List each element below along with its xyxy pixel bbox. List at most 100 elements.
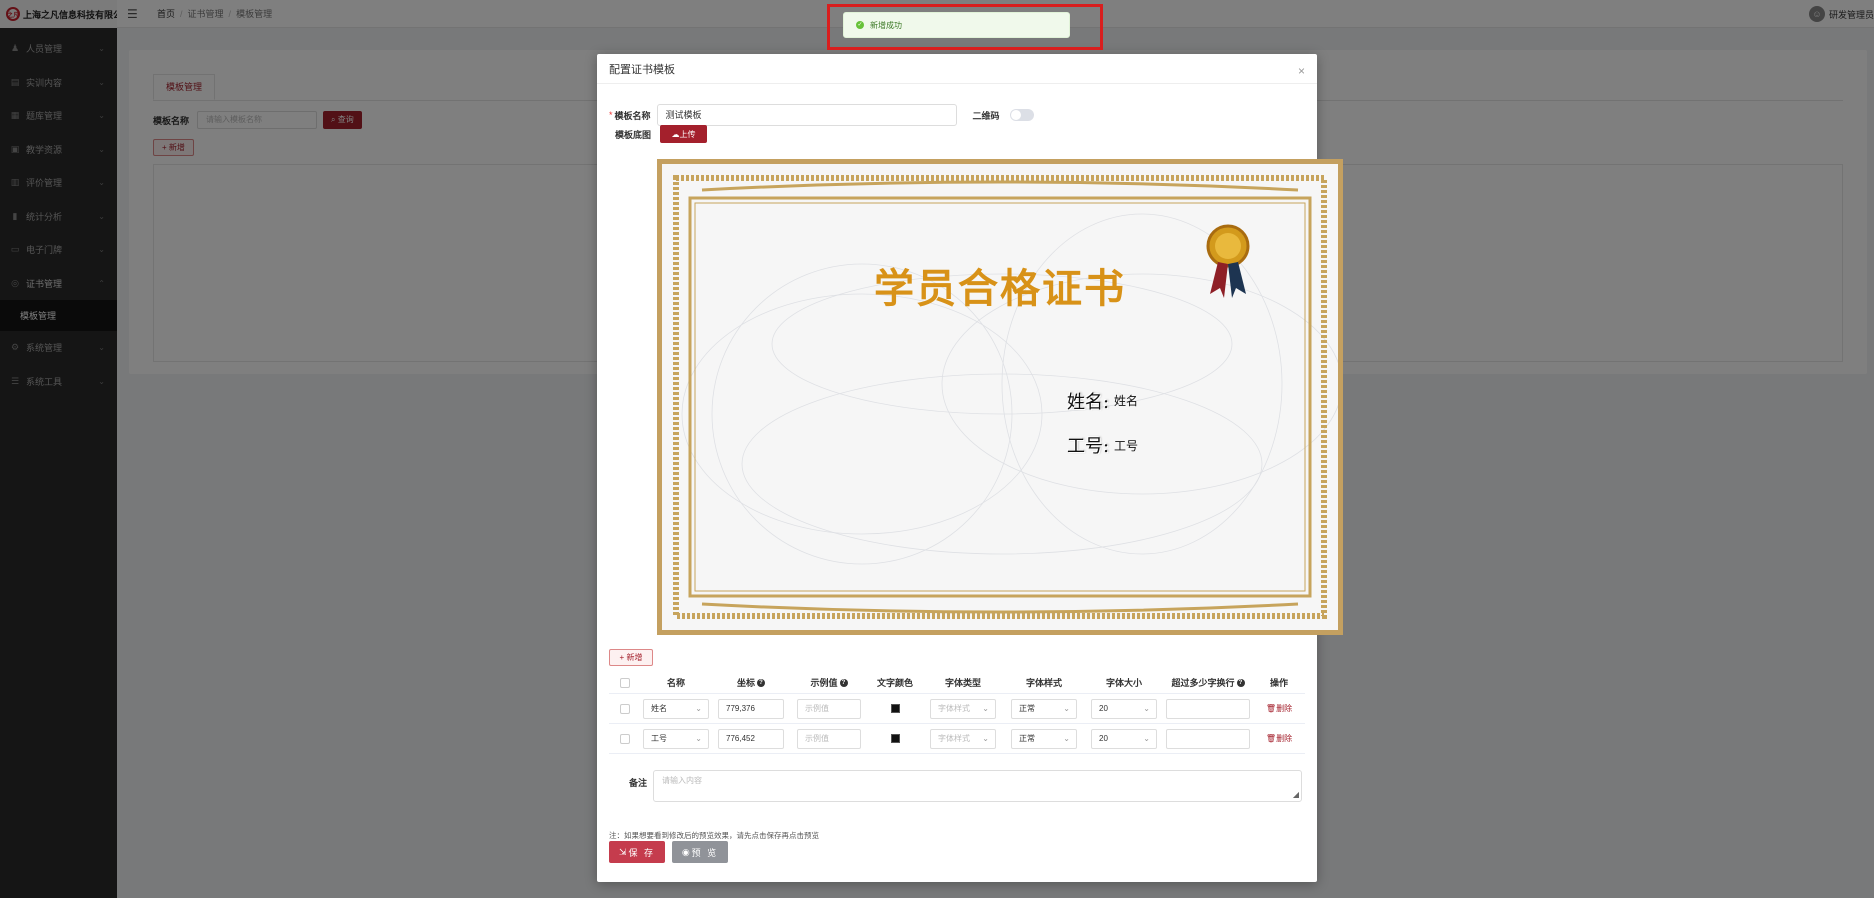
font-type-select[interactable]: 字体样式 ⌄ [930,728,996,749]
trash-icon: 🗑 [1265,734,1277,743]
color-picker[interactable] [890,704,900,713]
font-type-cell: 字体样式 ⌄ [923,728,1003,749]
wrap-input[interactable] [1166,728,1250,749]
check-circle-icon: ✓ [856,21,864,29]
table-row: 工号 ⌄ 776,452 示例值 字体样式 ⌄ 正常 ⌄ 20 ⌄ 🗑删除 [609,724,1305,754]
remark-textarea[interactable]: 请输入内容 ◢ [653,770,1302,802]
remark-label: 备注 [628,778,647,788]
font-size-select[interactable]: 20 ⌄ [1091,728,1157,749]
name-cell: 工号 ⌄ [641,728,711,749]
col-wrap-label: 超过多少字换行 [1171,678,1235,688]
certificate-canvas: 学员合格证书 姓名: 姓名 工号: 工号 [662,164,1338,630]
remark-placeholder: 请输入内容 [662,776,702,785]
name-select-value: 姓名 [651,704,667,713]
close-icon[interactable]: × [1298,64,1305,78]
font-style-cell: 正常 ⌄ [1003,728,1085,749]
wrap-cell [1163,698,1253,719]
certificate-preview: 学员合格证书 姓名: 姓名 工号: 工号 [657,159,1343,635]
table-header: 名称 坐标? 示例值? 文字颜色 字体类型 字体样式 字体大小 超过多少字换行?… [609,672,1305,694]
delete-button[interactable]: 🗑删除 [1266,733,1292,744]
font-style-value: 正常 [1019,734,1035,743]
table-row: 姓名 ⌄ 779,376 示例值 字体样式 ⌄ 正常 ⌄ 20 ⌄ 🗑删除 [609,694,1305,724]
font-type-placeholder: 字体样式 [938,704,970,713]
wrap-input[interactable] [1166,698,1250,719]
config-template-dialog: 配置证书模板 × * 模板名称 测试模板 二维码 模板底图 ☁ 上传 学员合格证… [597,54,1343,882]
field-table: 名称 坐标? 示例值? 文字颜色 字体类型 字体样式 字体大小 超过多少字换行?… [609,672,1305,754]
color-picker[interactable] [890,734,900,743]
col-wrap: 超过多少字换行? [1163,676,1253,689]
upload-button-label: 上传 [679,129,696,139]
template-name-input[interactable]: 测试模板 [656,104,957,126]
preview-button[interactable]: ◉ 预 览 [672,841,728,863]
font-style-select[interactable]: 正常 ⌄ [1011,698,1077,719]
resize-handle-icon[interactable]: ◢ [1293,790,1299,799]
name-select[interactable]: 姓名 ⌄ [643,698,709,719]
cert-id-value[interactable]: 工号 [1114,437,1138,454]
col-color: 文字颜色 [876,678,913,688]
help-icon[interactable]: ? [839,678,848,687]
col-sample: 示例值? [791,676,867,689]
chevron-down-icon: ⌄ [1143,734,1150,743]
col-action: 操作 [1269,678,1288,688]
help-icon[interactable]: ? [757,678,765,687]
certificate-title: 学员合格证书 [874,266,1126,312]
dialog-header: 配置证书模板 × [597,54,1317,84]
delete-label: 删除 [1276,734,1293,743]
col-coord-label: 坐标 [736,678,755,688]
preview-note: 注：如果想要看到修改后的预览效果，请先点击保存再点击预览 [609,831,819,840]
trash-icon: 🗑 [1265,704,1277,713]
chevron-down-icon: ⌄ [1143,704,1150,713]
sample-input[interactable]: 示例值 [797,728,861,749]
wrap-cell [1163,728,1253,749]
cert-name-label: 姓名: [1067,392,1110,413]
col-sample-label: 示例值 [810,678,838,688]
col-name: 名称 [666,678,685,688]
coord-cell: 776,452 [711,728,791,749]
upload-button[interactable]: ☁ 上传 [660,125,708,143]
font-size-select[interactable]: 20 ⌄ [1091,698,1157,719]
cert-name-value[interactable]: 姓名 [1114,392,1138,409]
save-button[interactable]: ⇲ 保 存 [609,841,665,863]
qrcode-label: 二维码 [972,110,1000,121]
font-style-select[interactable]: 正常 ⌄ [1011,728,1077,749]
chevron-down-icon: ⌄ [1063,734,1070,743]
add-field-label: 新增 [626,653,643,662]
font-type-select[interactable]: 字体样式 ⌄ [930,698,996,719]
chevron-down-icon: ⌄ [695,704,702,713]
coord-input[interactable]: 776,452 [718,728,784,749]
preview-button-label: 预 览 [691,847,719,858]
eye-icon: ◉ [681,846,692,857]
row-checkbox[interactable] [620,733,630,744]
coord-cell: 779,376 [711,698,791,719]
coord-input[interactable]: 779,376 [718,698,784,719]
font-type-placeholder: 字体样式 [938,734,970,743]
name-row: * 模板名称 测试模板 二维码 [609,104,1034,126]
font-style-value: 正常 [1019,704,1035,713]
name-cell: 姓名 ⌄ [641,698,711,719]
help-icon[interactable]: ? [1236,678,1245,687]
template-name-label: 模板名称 [614,110,651,121]
required-mark: * [609,110,613,120]
save-icon: ⇲ [618,846,629,857]
sample-input[interactable]: 示例值 [797,698,861,719]
chevron-down-icon: ⌄ [695,734,702,743]
qrcode-switch[interactable] [1009,109,1034,121]
sample-cell: 示例值 [791,728,867,749]
dialog-title: 配置证书模板 [609,63,675,76]
delete-button[interactable]: 🗑删除 [1266,703,1292,714]
col-coord: 坐标? [711,676,791,689]
template-bg-label: 模板底图 [615,129,652,140]
row-select-cell [609,733,641,744]
row-select-cell [609,703,641,714]
font-size-cell: 20 ⌄ [1085,698,1163,719]
cloud-upload-icon: ☁ [671,129,680,139]
font-size-value: 20 [1099,734,1108,743]
remark-row: 备注 请输入内容 ◢ [609,770,1302,802]
font-size-value: 20 [1099,704,1108,713]
action-cell: 🗑删除 [1253,703,1305,714]
add-field-button[interactable]: + 新增 [609,649,653,666]
font-type-cell: 字体样式 ⌄ [923,698,1003,719]
row-checkbox[interactable] [620,703,630,714]
select-all-checkbox[interactable] [620,677,630,688]
name-select[interactable]: 工号 ⌄ [643,728,709,749]
